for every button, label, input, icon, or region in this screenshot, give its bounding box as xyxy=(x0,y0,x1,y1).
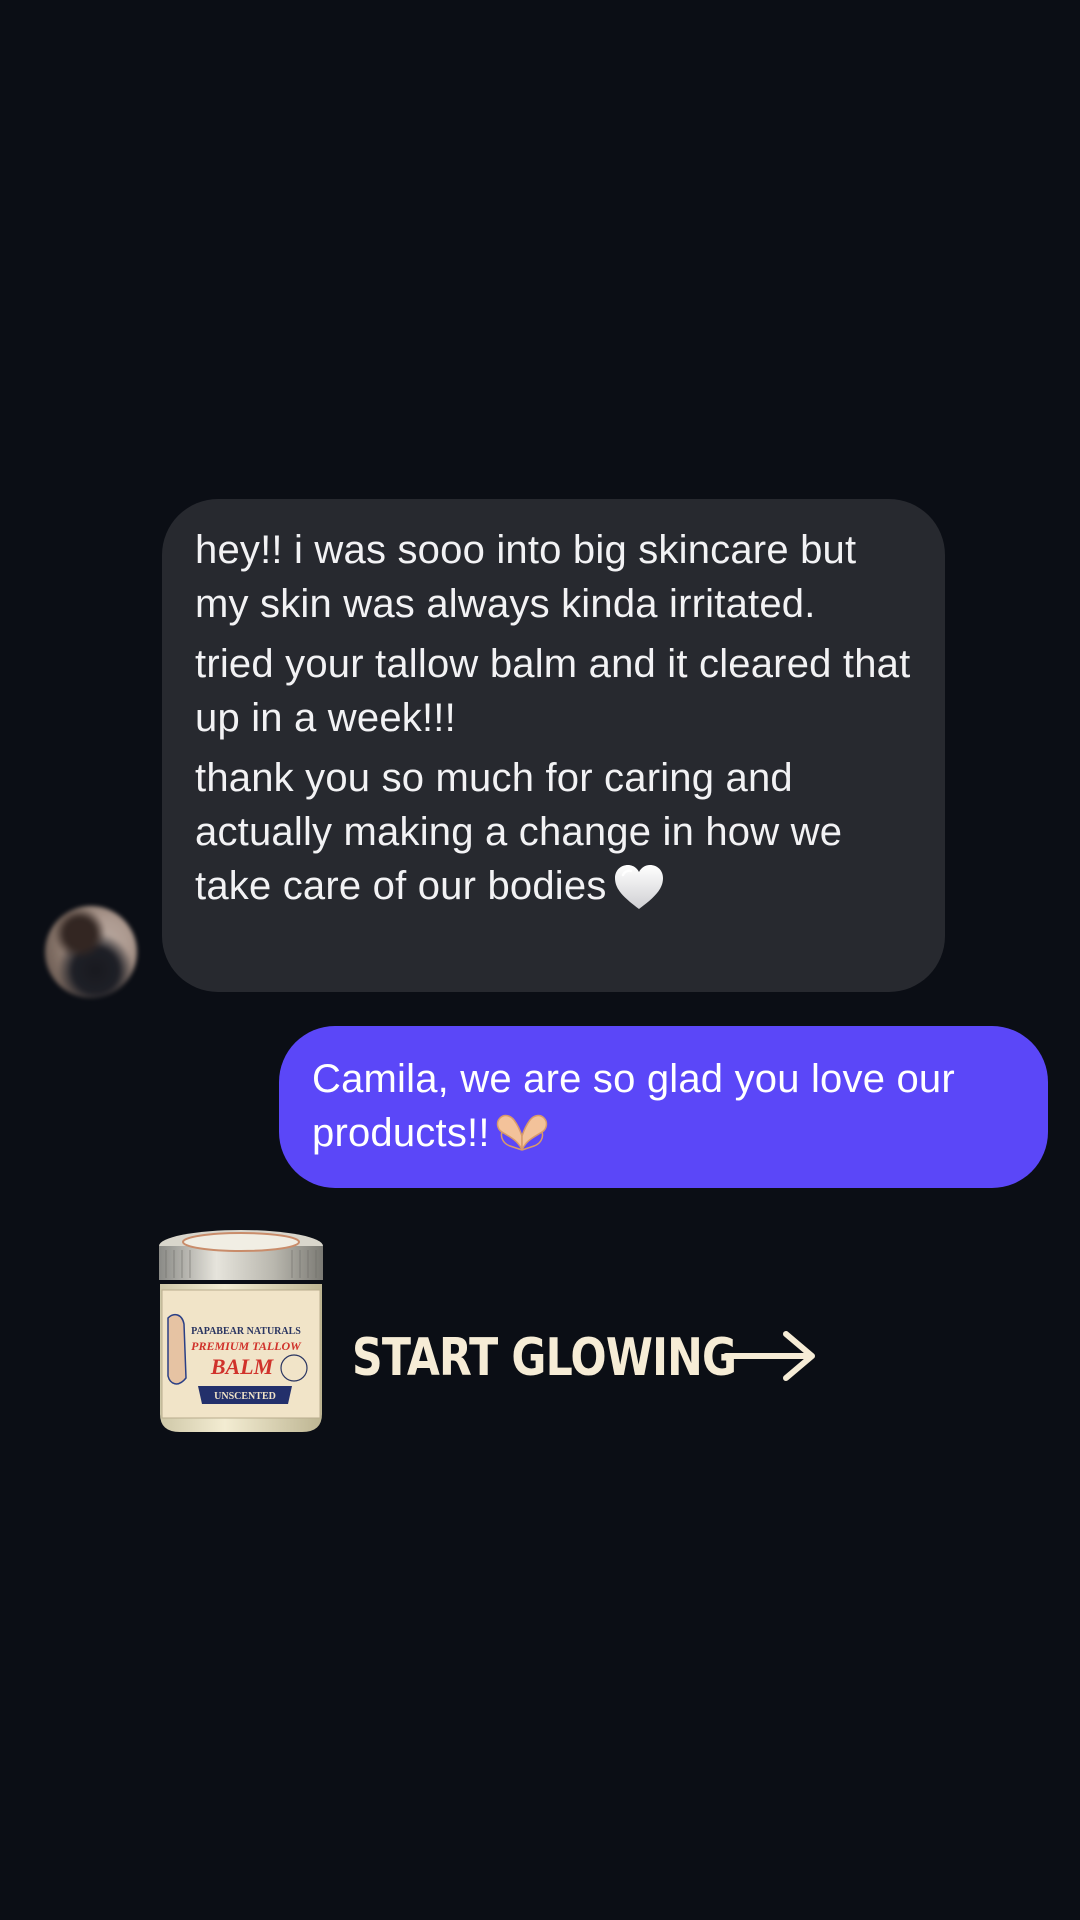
jar-variant-text: UNSCENTED xyxy=(214,1391,276,1402)
jar-line-text: PREMIUM TALLOW xyxy=(191,1339,302,1353)
incoming-message-line-1: hey!! i was sooo into big skincare but m… xyxy=(195,528,857,626)
heart-hands-icon xyxy=(496,1114,547,1151)
incoming-message-bubble: hey!! i was sooo into big skincare but m… xyxy=(162,499,945,992)
incoming-message-line-2: tried your tallow balm and it cleared th… xyxy=(195,642,911,740)
jar-brand-text: PAPABEAR NATURALS xyxy=(191,1326,301,1337)
outgoing-message-text: Camila, we are so glad you love our prod… xyxy=(312,1057,955,1155)
white-heart-icon xyxy=(614,865,663,909)
product-jar-image[interactable]: PAPABEAR NATURALS PREMIUM TALLOW BALM UN… xyxy=(156,1228,326,1434)
cta-label: START GLOWING xyxy=(352,1328,737,1388)
chat-screen: hey!! i was sooo into big skincare but m… xyxy=(0,0,1080,1920)
arrow-right-icon xyxy=(723,1331,815,1381)
incoming-message-line-3-text: thank you so much for caring and actuall… xyxy=(195,756,843,908)
jar-name-text: BALM xyxy=(210,1354,275,1379)
incoming-message-line-3: thank you so much for caring and actuall… xyxy=(195,751,915,913)
outgoing-message-bubble: Camila, we are so glad you love our prod… xyxy=(279,1026,1048,1188)
sender-avatar[interactable] xyxy=(45,906,137,998)
start-glowing-button[interactable]: START GLOWING xyxy=(352,1320,820,1396)
